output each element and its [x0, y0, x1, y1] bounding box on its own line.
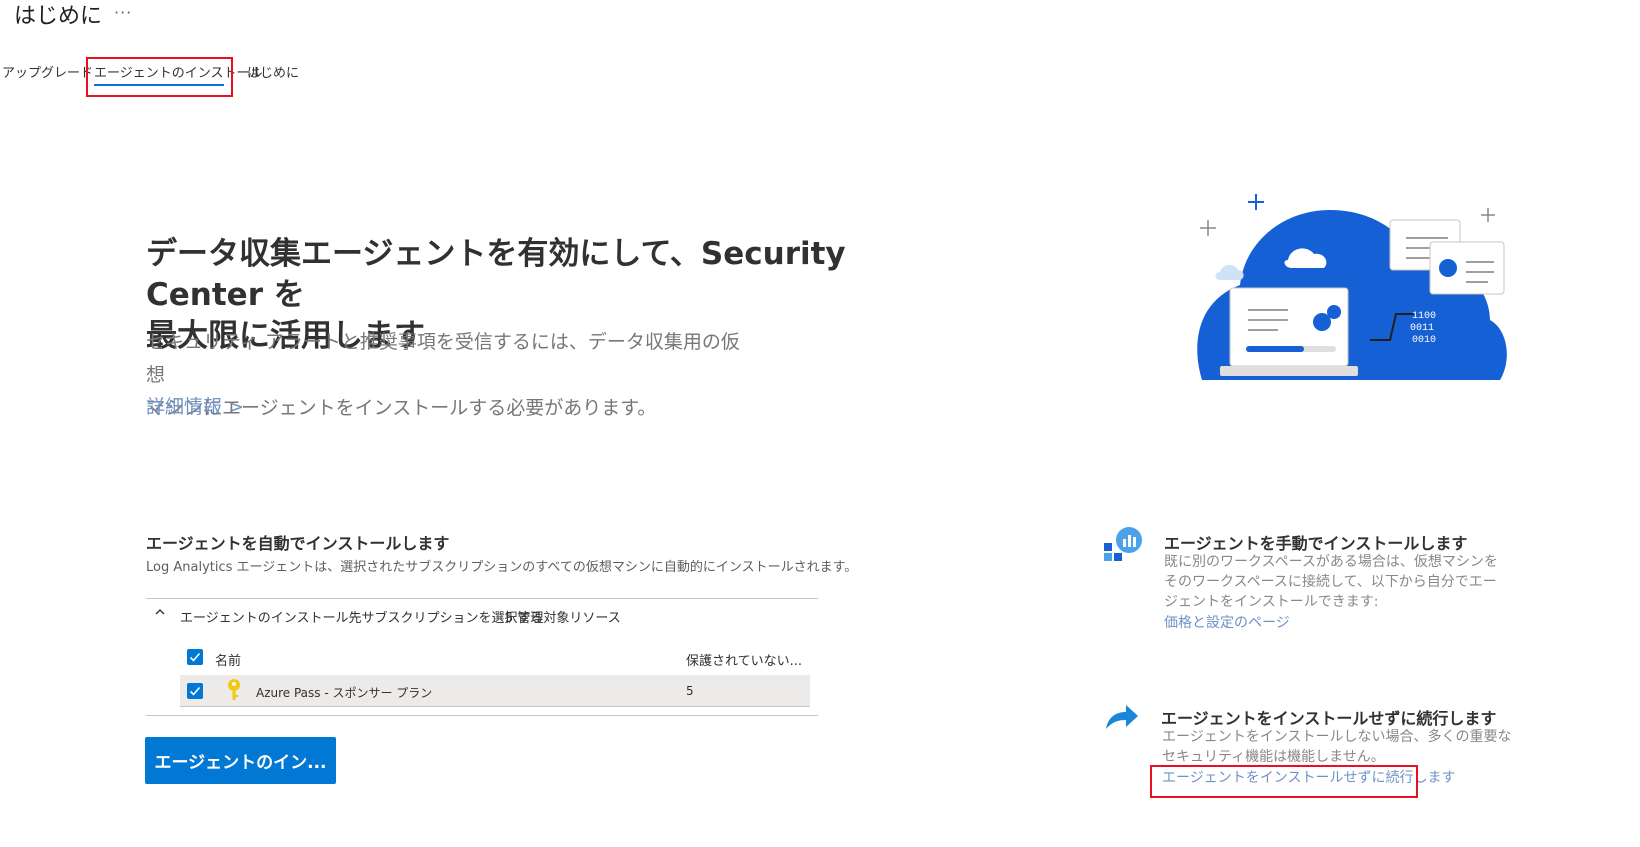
managed-resource-count: 5 管理対象リソース: [505, 611, 621, 626]
arrow-forward-icon: [1104, 703, 1140, 735]
section-divider-bottom: [146, 715, 818, 716]
hero-description-line1: セキュリティ アラートと推奨事項を受信するには、データ収集用の仮想: [146, 331, 740, 386]
section-divider-top: [146, 598, 818, 599]
more-options-button[interactable]: ···: [114, 3, 132, 22]
manual-install-title: エージェントを手動でインストールします: [1164, 534, 1468, 553]
continue-without-desc-line2: セキュリティ機能は機能しません。: [1162, 749, 1385, 765]
svg-text:0011: 0011: [1410, 323, 1434, 334]
subscription-key-icon: [226, 678, 242, 706]
install-agent-button[interactable]: エージェントのイン...: [145, 737, 336, 784]
cloud-laptop-illustration: 1100 0011 0010: [1197, 194, 1507, 380]
subscription-name: Azure Pass - スポンサー プラン: [256, 686, 433, 700]
pricing-settings-link[interactable]: 価格と設定のページ: [1164, 612, 1290, 632]
column-header-unprotected[interactable]: 保護されていない...: [686, 650, 802, 669]
column-header-name[interactable]: 名前: [215, 650, 241, 669]
tab-upgrade[interactable]: アップグレード: [2, 62, 93, 81]
svg-text:0010: 0010: [1412, 335, 1436, 346]
continue-without-desc-line1: エージェントをインストールしない場合、多くの重要な: [1162, 729, 1512, 745]
continue-without-title: エージェントをインストールせずに続行します: [1161, 709, 1497, 728]
manual-install-desc-line2: そのワークスペースに接続して、以下から自分でエー: [1164, 574, 1497, 590]
learn-more-link[interactable]: 詳細情報 >: [146, 392, 244, 419]
dashboard-icon: [1104, 527, 1144, 569]
subscription-accordion-label[interactable]: エージェントのインストール先サブスクリプションを選択する: [180, 607, 543, 626]
highlight-box-tab: [86, 57, 233, 97]
auto-install-description: Log Analytics エージェントは、選択されたサブスクリプションのすべて…: [146, 560, 858, 575]
manual-install-description: 既に別のワークスペースがある場合は、仮想マシンを そのワークスペースに接続して、…: [1164, 552, 1498, 612]
manual-install-desc-line3: ジェントをインストールできます:: [1164, 594, 1379, 610]
auto-install-title: エージェントを自動でインストールします: [146, 534, 450, 553]
manual-install-desc-line1: 既に別のワークスペースがある場合は、仮想マシンを: [1164, 554, 1498, 570]
tab-getting-started[interactable]: はじめに: [247, 62, 299, 81]
svg-text:1100: 1100: [1412, 311, 1436, 322]
row-checkbox[interactable]: [187, 683, 203, 699]
hero-title-line1: データ収集エージェントを有効にして、Security Center を: [146, 236, 846, 313]
highlight-box-continue: [1150, 765, 1418, 798]
continue-without-description: エージェントをインストールしない場合、多くの重要な セキュリティ機能は機能しませ…: [1162, 727, 1511, 767]
page-title: はじめに: [14, 4, 103, 29]
unprotected-count: 5: [686, 684, 694, 698]
chevron-up-icon[interactable]: [154, 606, 166, 622]
select-all-checkbox[interactable]: [187, 649, 203, 665]
